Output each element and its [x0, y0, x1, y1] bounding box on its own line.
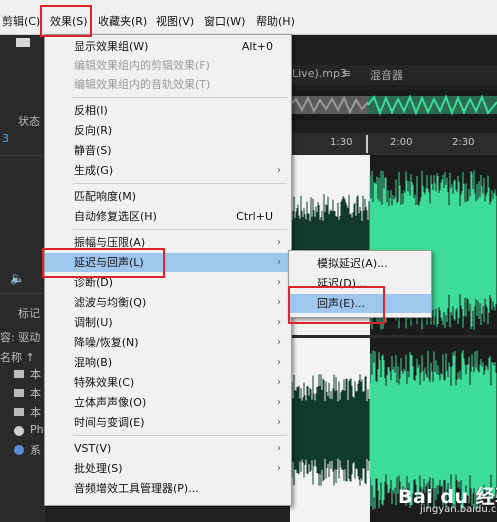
markers-tab[interactable]: 标记 [18, 305, 40, 321]
menu-item-reverse[interactable]: 反向(R) [45, 121, 291, 140]
menu-item-plugin-manager[interactable]: 音频增效工具管理器(P)... [45, 479, 291, 498]
menu-item-vst[interactable]: VST(V) › [45, 439, 291, 458]
menu-item-special[interactable]: 特殊效果(C) › [45, 373, 291, 392]
menu-help[interactable]: 帮助(H) [256, 0, 295, 34]
overview-strip[interactable] [289, 90, 497, 120]
menu-clip[interactable]: 剪辑(C) [2, 0, 40, 34]
menu-view[interactable]: 视图(V) [156, 0, 194, 34]
menu-favorites[interactable]: 收藏夹(R) [98, 0, 147, 34]
submenu-arrow-icon: › [277, 165, 281, 176]
menu-item-batch[interactable]: 批处理(S) › [45, 459, 291, 478]
drive-icon [14, 408, 24, 416]
menu-item-generate[interactable]: 生成(G) › [45, 161, 291, 180]
divider [0, 155, 46, 156]
menu-item-auto-heal[interactable]: 自动修复选区(H) Ctrl+U [45, 207, 291, 226]
drive-item[interactable]: Ph [30, 423, 44, 436]
tab-menu-icon[interactable]: ≡ [342, 67, 351, 80]
baidu-watermark: Bai du 经验 jingyan.baidu.com [380, 478, 497, 518]
submenu-arrow-icon: › [277, 417, 281, 428]
overview-waveform [289, 90, 497, 120]
submenu-arrow-icon: › [277, 317, 281, 328]
submenu-arrow-icon: › [277, 297, 281, 308]
menu-separator [73, 435, 287, 436]
submenu-arrow-icon: › [277, 237, 281, 248]
menu-item-time-pitch[interactable]: 时间与变调(E) › [45, 413, 291, 432]
submenu-arrow-icon: › [277, 337, 281, 348]
submenu-arrow-icon: › [277, 257, 281, 268]
drive-item[interactable]: 本 [30, 404, 41, 420]
menu-separator [73, 229, 287, 230]
tab-mixer[interactable]: 混音器 [370, 67, 403, 83]
menu-item-silence[interactable]: 静音(S) [45, 141, 291, 160]
time-ruler[interactable]: 1:30 2:00 2:30 [290, 133, 497, 156]
submenu-arrow-icon: › [277, 277, 281, 288]
submenu-arrow-icon: › [277, 377, 281, 388]
highlight-effects-menu [40, 5, 92, 37]
drive-item[interactable]: 本 [30, 385, 41, 401]
drive-item[interactable]: 系 [30, 442, 41, 458]
menu-separator [73, 183, 287, 184]
menu-item-edit-clip-effects[interactable]: 编辑效果组内的剪辑效果(F) [45, 56, 291, 75]
submenu-arrow-icon: › [277, 357, 281, 368]
waveform-channels [290, 170, 497, 510]
drive-icon [14, 389, 24, 397]
drive-icon [14, 370, 24, 378]
ruler-tick: 2:30 [452, 137, 475, 148]
submenu-arrow-icon: › [277, 463, 281, 474]
editor-tabbar: Live).mp3 ≡ 混音器 [290, 65, 497, 85]
name-column-header[interactable]: 名称 ↑ [0, 349, 35, 365]
menu-item-filter-eq[interactable]: 滤波与均衡(Q) › [45, 293, 291, 312]
disc-icon [14, 426, 24, 436]
ruler-tick: 2:00 [390, 137, 413, 148]
drive-item[interactable]: 本 [30, 366, 41, 382]
submenu-item-analog-delay[interactable]: 模拟延迟(A)... [289, 254, 431, 273]
menu-item-stereo-imagery[interactable]: 立体声声像(O) › [45, 393, 291, 412]
playhead[interactable] [366, 135, 368, 153]
file-item[interactable]: 3 [2, 132, 9, 145]
tab-file[interactable]: Live).mp3 [292, 67, 347, 80]
menu-item-modulation[interactable]: 调制(U) › [45, 313, 291, 332]
system-icon [14, 445, 24, 455]
menu-separator [73, 97, 287, 98]
content-label: 容: 驱动 [0, 331, 41, 344]
menu-window[interactable]: 窗口(W) [204, 0, 245, 34]
menu-item-match-loudness[interactable]: 匹配响度(M) [45, 187, 291, 206]
highlight-echo [288, 286, 385, 324]
divider [0, 293, 46, 294]
menu-item-edit-track-effects[interactable]: 编辑效果组内的音轨效果(T) [45, 75, 291, 94]
menu-item-invert[interactable]: 反相(I) [45, 101, 291, 120]
menu-item-show-effects-rack[interactable]: 显示效果组(W) Alt+0 [45, 37, 291, 56]
menu-item-noise-reduction[interactable]: 降噪/恢复(N) › [45, 333, 291, 352]
panel-icon [16, 38, 30, 47]
submenu-arrow-icon: › [277, 397, 281, 408]
submenu-arrow-icon: › [277, 443, 281, 454]
speaker-icon[interactable]: 🔈 [10, 271, 25, 285]
watermark-url: jingyan.baidu.com [420, 504, 497, 515]
status-label: 状态 [18, 115, 40, 128]
ruler-tick: 1:30 [330, 137, 353, 148]
menu-item-reverb[interactable]: 混响(B) › [45, 353, 291, 372]
files-panel: 状态 3 🔈 标记 容: 驱动 名称 ↑ 本 本 本 Ph 系 [0, 35, 47, 522]
highlight-delay-echo [42, 248, 165, 278]
